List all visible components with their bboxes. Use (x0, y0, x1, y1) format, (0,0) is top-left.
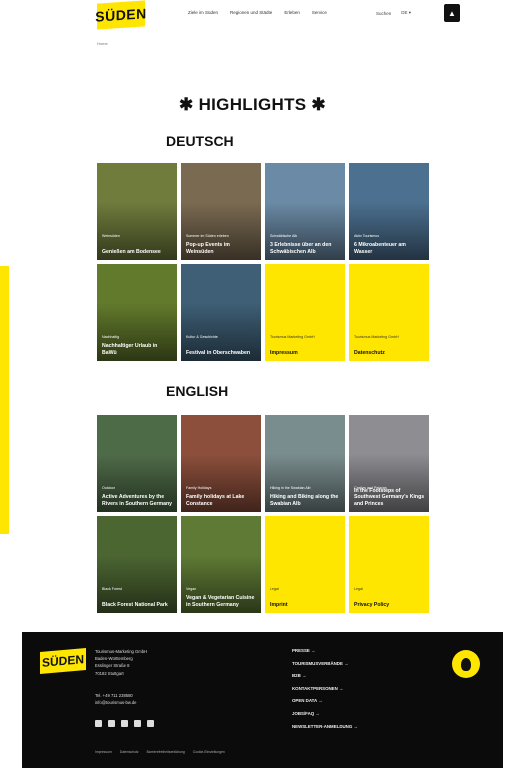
tile-title: Black Forest National Park (102, 601, 168, 608)
tile-category: Black Forest (102, 587, 122, 591)
highlight-tile[interactable]: Black Forest Black Forest National Park (97, 516, 177, 613)
footer-link-open-data[interactable]: OPEN DATA → (292, 698, 358, 711)
footer-logo[interactable]: SÜDEN (40, 647, 86, 675)
tile-title: Active Adventures by the Rivers in South… (102, 494, 173, 507)
nav-item-regionen[interactable]: Regionen und Städte (230, 10, 272, 15)
tile-title: 6 Mikroabenteuer am Wasser (354, 242, 406, 255)
highlight-tile[interactable]: Vegan Vegan & Vegetarian Cuisine in South… (181, 516, 261, 613)
tile-grid-english: Outdoor Active Adventures by the Rivers i… (97, 415, 431, 613)
facebook-icon[interactable] (95, 720, 102, 727)
highlight-tile[interactable]: Tourismus Marketing GmbH Datenschutz (349, 264, 429, 361)
tile-title: Imprint (270, 601, 288, 608)
footer-social (95, 720, 154, 727)
footer-address: Tourismus-Marketing GmbH Baden-Württembe… (95, 649, 148, 676)
tile-title: Pop-up Events im Weinsüden (186, 242, 230, 255)
highlight-tile[interactable]: Hiking in the Swabian Alb Hiking and Biki… (265, 415, 345, 512)
tile-title: Family holidays at Lake Constance (186, 494, 245, 507)
site-logo[interactable]: SÜDEN (95, 0, 147, 30)
flame-badge-icon[interactable] (452, 650, 480, 678)
tile-title: Privacy Policy (354, 601, 390, 608)
tile-category: Aktiv Tourismus (354, 234, 380, 238)
tile-category: Nachhaltig (102, 335, 119, 339)
tile-category: Legal (270, 587, 279, 591)
header-utility: Suchen DE ▾ (376, 10, 411, 16)
nav-item-erleben[interactable]: Erleben (284, 10, 300, 15)
highlight-tile[interactable]: Tourismus Marketing GmbH Impressum (265, 264, 345, 361)
tile-category: Schwäbische Alb (270, 234, 298, 238)
breadcrumb[interactable]: Home (97, 41, 108, 46)
tile-category: Family Holidays (186, 486, 212, 490)
footer-contact: Tel. +49 711 238580 info@tourismus-bw.de (95, 692, 137, 706)
highlight-tile[interactable]: Kultur & Geschichte Festival in Oberschwa… (181, 264, 261, 361)
footer-link-verbaende[interactable]: TOURISMUSVERBÄNDE → (292, 661, 358, 674)
tile-title: In the Footsteps of Southwest Germany's … (354, 487, 425, 507)
footer-link-newsletter[interactable]: NEWSLETTER-ANMELDUNG → (292, 724, 358, 737)
site-footer: SÜDEN Tourismus-Marketing GmbH Baden-Wür… (22, 632, 503, 768)
footer-legal-cookies[interactable]: Cookie-Einstellungen (193, 750, 225, 754)
tile-category: Legal (354, 587, 363, 591)
footer-link-b2b[interactable]: B2B → (292, 673, 358, 686)
nav-item-ziele[interactable]: Ziele im Süden (188, 10, 218, 15)
highlight-tile[interactable]: Sommer im Süden erleben Pop-up Events im … (181, 163, 261, 260)
footer-email[interactable]: info@tourismus-bw.de (95, 699, 137, 706)
footer-legal-links: Impressum Datenschutz Barrierefreiheitse… (95, 750, 225, 754)
footer-links: PRESSE → TOURISMUSVERBÄNDE → B2B → KONTA… (292, 648, 358, 736)
site-header: SÜDEN Ziele im Süden Regionen und Städte… (0, 0, 505, 32)
instagram-icon[interactable] (121, 720, 128, 727)
tile-grid-deutsch: Weinsüden Genießen am Bodensee Sommer im S… (97, 163, 431, 361)
linkedin-icon[interactable] (147, 720, 154, 727)
tile-category: Sommer im Süden erleben (186, 234, 229, 238)
page-title: ✱ HIGHLIGHTS ✱ (179, 95, 326, 114)
tile-category: Kultur & Geschichte (186, 335, 218, 339)
nav-item-service[interactable]: Service (312, 10, 327, 15)
main-nav: Ziele im Süden Regionen und Städte Erleb… (188, 10, 327, 15)
tile-category: Hiking in the Swabian Alb (270, 486, 311, 490)
footer-phone[interactable]: Tel. +49 711 238580 (95, 692, 137, 699)
tile-title: Genießen am Bodensee (102, 248, 161, 255)
tile-category: Tourismus Marketing GmbH (354, 335, 399, 339)
tile-title: Hiking and Biking along the Swabian Alb (270, 494, 339, 507)
highlight-tile[interactable]: Family Holidays Family holidays at Lake C… (181, 415, 261, 512)
highlight-tile[interactable]: Aktiv Tourismus 6 Mikroabenteuer am Wasse… (349, 163, 429, 260)
highlight-tile[interactable]: Outdoor Active Adventures by the Rivers i… (97, 415, 177, 512)
highlight-tile[interactable]: Nachhaltig Nachhaltiger Urlaub in BaWü (97, 264, 177, 361)
highlight-tile[interactable]: Legal Privacy Policy (349, 516, 429, 613)
tile-category: Vegan (186, 587, 197, 591)
footer-link-kontakt[interactable]: KONTAKTPERSONEN → (292, 686, 358, 699)
tile-title: 3 Erlebnisse über an den Schwäbischen Al… (270, 242, 332, 255)
tile-title: Nachhaltiger Urlaub in BaWü (102, 343, 158, 356)
youtube-icon[interactable] (108, 720, 115, 727)
tile-title: Festival in Oberschwaben (186, 349, 251, 356)
highlight-tile[interactable]: Castles and Palaces In the Footsteps of S… (349, 415, 429, 512)
section-heading-deutsch: DEUTSCH (166, 133, 234, 149)
highlight-tile[interactable]: Schwäbische Alb 3 Erlebnisse über an den … (265, 163, 345, 260)
highlight-tile[interactable]: Legal Imprint (265, 516, 345, 613)
tile-title: Vegan & Vegetarian Cuisine in Southern G… (186, 595, 255, 608)
section-heading-english: ENGLISH (166, 383, 229, 399)
search-link[interactable]: Suchen (376, 11, 391, 16)
side-accent-bar (0, 266, 9, 534)
footer-legal-impressum[interactable]: Impressum (95, 750, 112, 754)
tile-category: Weinsüden (102, 234, 120, 238)
footer-legal-barrierefreiheit[interactable]: Barrierefreiheitserklärung (147, 750, 185, 754)
header-badge-icon[interactable]: ▲ (444, 4, 460, 22)
tile-title: Impressum (270, 349, 298, 356)
footer-legal-datenschutz[interactable]: Datenschutz (120, 750, 139, 754)
tile-title: Datenschutz (354, 349, 385, 356)
language-selector[interactable]: DE ▾ (401, 10, 411, 16)
tile-category: Outdoor (102, 486, 115, 490)
tile-category: Tourismus Marketing GmbH (270, 335, 315, 339)
footer-link-jobs[interactable]: JOBS/FAQ → (292, 711, 358, 724)
pinterest-icon[interactable] (134, 720, 141, 727)
highlight-tile[interactable]: Weinsüden Genießen am Bodensee (97, 163, 177, 260)
footer-link-presse[interactable]: PRESSE → (292, 648, 358, 661)
